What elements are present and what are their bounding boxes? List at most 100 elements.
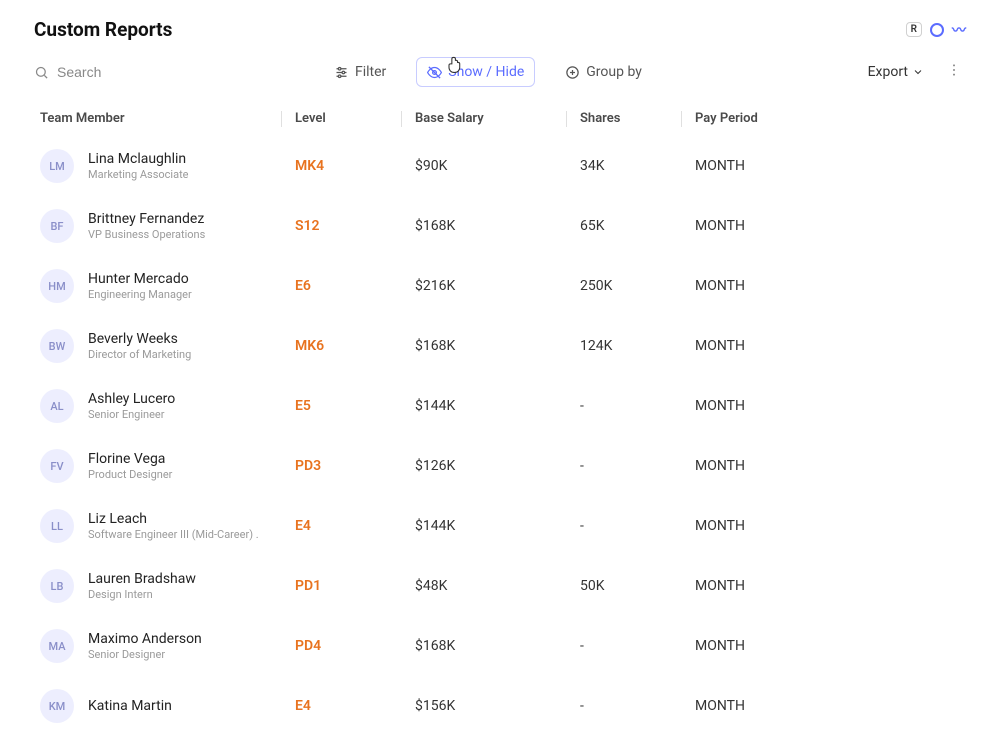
shares-cell: -	[580, 698, 695, 714]
period-cell: MONTH	[695, 458, 895, 474]
member-info: Florine VegaProduct Designer	[88, 450, 172, 482]
member-title: Senior Designer	[88, 648, 202, 662]
group-by-label: Group by	[586, 64, 642, 80]
eye-off-icon	[427, 65, 442, 80]
member-info: Beverly WeeksDirector of Marketing	[88, 330, 191, 362]
salary-cell: $168K	[415, 338, 580, 354]
search-icon	[34, 65, 49, 80]
period-cell: MONTH	[695, 638, 895, 654]
level-cell: E4	[295, 698, 415, 714]
col-level[interactable]: Level	[295, 111, 415, 126]
shares-cell: -	[580, 398, 695, 414]
col-shares-label: Shares	[580, 111, 620, 126]
search-wrapper[interactable]	[34, 64, 294, 80]
period-cell: MONTH	[695, 218, 895, 234]
status-circle-icon	[930, 23, 944, 37]
avatar: LM	[40, 149, 74, 183]
level-cell: PD4	[295, 638, 415, 654]
table-row[interactable]: KM Katina Martin E4$156K-MONTH	[0, 676, 1000, 736]
member-title: Marketing Associate	[88, 168, 189, 182]
member-cell: LB Lauren BradshawDesign Intern	[40, 569, 295, 603]
avatar: LL	[40, 509, 74, 543]
show-hide-label: Show / Hide	[448, 64, 524, 80]
period-cell: MONTH	[695, 578, 895, 594]
col-pay-period[interactable]: Pay Period	[695, 111, 895, 126]
member-cell: LM Lina MclaughlinMarketing Associate	[40, 149, 295, 183]
member-title: Software Engineer III (Mid-Career) .	[88, 528, 259, 542]
shares-cell: 50K	[580, 578, 695, 594]
export-label: Export	[868, 64, 908, 80]
member-info: Ashley LuceroSenior Engineer	[88, 390, 175, 422]
salary-cell: $144K	[415, 518, 580, 534]
period-cell: MONTH	[695, 698, 895, 714]
member-name: Lina Mclaughlin	[88, 150, 189, 168]
show-hide-button[interactable]: Show / Hide	[416, 57, 535, 87]
more-menu-button[interactable]	[942, 58, 966, 86]
avatar: LB	[40, 569, 74, 603]
member-title: Director of Marketing	[88, 348, 191, 362]
salary-cell: $90K	[415, 158, 580, 174]
period-cell: MONTH	[695, 338, 895, 354]
table-row[interactable]: HMHunter MercadoEngineering ManagerE6$21…	[0, 256, 1000, 316]
shares-cell: -	[580, 458, 695, 474]
member-name: Ashley Lucero	[88, 390, 175, 408]
member-cell: FV Florine VegaProduct Designer	[40, 449, 295, 483]
wave-icon: 〰	[952, 20, 966, 40]
member-cell: HM Hunter MercadoEngineering Manager	[40, 269, 295, 303]
avatar: HM	[40, 269, 74, 303]
filter-label: Filter	[355, 64, 386, 80]
member-title: Design Intern	[88, 588, 196, 602]
avatar: KM	[40, 689, 74, 723]
table-row[interactable]: LLLiz LeachSoftware Engineer III (Mid-Ca…	[0, 496, 1000, 556]
table-row[interactable]: ALAshley LuceroSenior EngineerE5$144K-MO…	[0, 376, 1000, 436]
member-cell: KM Katina Martin	[40, 689, 295, 723]
table-row[interactable]: BWBeverly WeeksDirector of MarketingMK6$…	[0, 316, 1000, 376]
member-info: Brittney FernandezVP Business Operations	[88, 210, 205, 242]
group-by-button[interactable]: Group by	[555, 58, 652, 86]
level-cell: MK6	[295, 338, 415, 354]
col-shares[interactable]: Shares	[580, 111, 695, 126]
salary-cell: $126K	[415, 458, 580, 474]
col-team-member[interactable]: Team Member	[40, 111, 295, 126]
level-cell: E4	[295, 518, 415, 534]
member-title: Product Designer	[88, 468, 172, 482]
salary-cell: $156K	[415, 698, 580, 714]
table-row[interactable]: BF Brittney FernandezVP Business Operatio…	[0, 196, 1000, 256]
member-cell: ALAshley LuceroSenior Engineer	[40, 389, 295, 423]
avatar: BF	[40, 209, 74, 243]
filter-button[interactable]: Filter	[324, 58, 396, 86]
table-row[interactable]: LMLina MclaughlinMarketing AssociateMK4$…	[0, 136, 1000, 196]
level-cell: S12	[295, 218, 415, 234]
shares-cell: -	[580, 518, 695, 534]
col-base-salary[interactable]: Base Salary	[415, 111, 580, 126]
member-name: Katina Martin	[88, 697, 172, 715]
table-row[interactable]: MAMaximo AndersonSenior DesignerPD4$168K…	[0, 616, 1000, 676]
table-row[interactable]: LBLauren BradshawDesign InternPD1$48K50K…	[0, 556, 1000, 616]
member-info: Hunter MercadoEngineering Manager	[88, 270, 192, 302]
member-name: Florine Vega	[88, 450, 172, 468]
export-button[interactable]: Export	[868, 64, 924, 80]
avatar: FV	[40, 449, 74, 483]
period-cell: MONTH	[695, 518, 895, 534]
table-header: Team Member Level Base Salary Shares Pay…	[0, 101, 1000, 136]
col-salary-label: Base Salary	[415, 111, 484, 126]
page-title: Custom Reports	[34, 18, 172, 41]
search-input[interactable]	[57, 64, 257, 80]
filter-icon	[334, 65, 349, 80]
salary-cell: $168K	[415, 638, 580, 654]
shares-cell: 65K	[580, 218, 695, 234]
member-cell: MAMaximo AndersonSenior Designer	[40, 629, 295, 663]
toolbar-center: Filter Show / Hide Group by	[314, 57, 848, 87]
member-name: Maximo Anderson	[88, 630, 202, 648]
member-info: Lauren BradshawDesign Intern	[88, 570, 196, 602]
toolbar: Filter Show / Hide Group by Export	[0, 49, 1000, 101]
member-name: Hunter Mercado	[88, 270, 192, 288]
member-info: Lina MclaughlinMarketing Associate	[88, 150, 189, 182]
group-icon	[565, 65, 580, 80]
col-level-label: Level	[295, 111, 326, 126]
more-vertical-icon	[946, 62, 962, 78]
member-title: Engineering Manager	[88, 288, 192, 302]
shares-cell: -	[580, 638, 695, 654]
table-row[interactable]: FVFlorine VegaProduct DesignerPD3$126K-M…	[0, 436, 1000, 496]
level-cell: PD1	[295, 578, 415, 594]
